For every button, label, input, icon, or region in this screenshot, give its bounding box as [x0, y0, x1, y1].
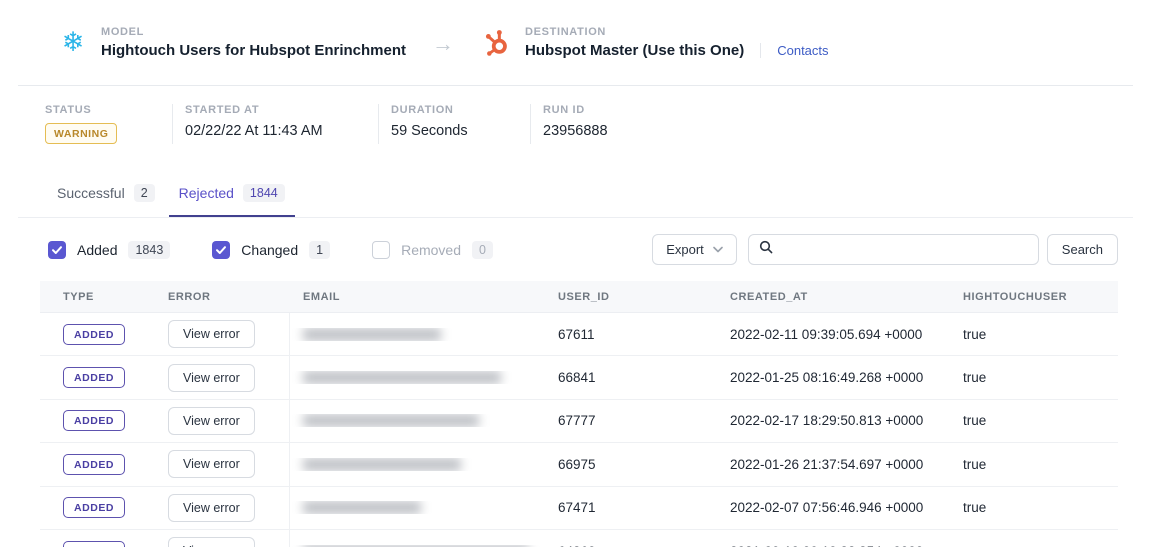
column-header-hightouchuser: HIGHTOUCHUSER [950, 291, 1118, 303]
filter-changed-count: 1 [309, 241, 330, 259]
row-type-badge: ADDED [63, 454, 125, 475]
filter-added-count: 1843 [128, 241, 170, 259]
started-at-label: STARTED AT [185, 104, 354, 116]
email-redacted [303, 414, 479, 427]
row-hightouchuser: true [950, 327, 1118, 342]
tab-rejected-label: Rejected [179, 185, 234, 201]
row-created-at: 2022-02-07 07:56:46.946 +0000 [718, 500, 950, 515]
export-label: Export [666, 242, 704, 257]
row-created-at: 2022-01-25 08:16:49.268 +0000 [718, 370, 950, 385]
filter-added-label: Added [77, 242, 117, 258]
email-redacted [303, 501, 421, 514]
row-user-id: 64360 [545, 544, 718, 547]
arrow-right-icon: → [432, 29, 454, 57]
table-row: ADDED View error 64360 2021-09-10 09:10:… [40, 530, 1118, 547]
status-badge: WARNING [45, 123, 117, 144]
row-type-badge: ADDED [63, 541, 125, 547]
table-row: ADDED View error 66975 2022-01-26 21:37:… [40, 443, 1118, 486]
view-error-button[interactable]: View error [168, 537, 255, 547]
row-user-id: 67611 [545, 327, 718, 342]
hubspot-icon [482, 28, 512, 58]
result-tabs: Successful 2 Rejected 1844 [18, 176, 1133, 218]
view-error-button[interactable]: View error [168, 320, 255, 348]
run-id-label: RUN ID [543, 104, 608, 116]
filter-toolbar: Added 1843 Changed 1 Removed 0 Export Se… [18, 218, 1133, 279]
filter-checkbox[interactable] [212, 241, 230, 259]
table-row: ADDED View error 66841 2022-01-25 08:16:… [40, 356, 1118, 399]
row-hightouchuser: true [950, 544, 1118, 547]
row-hightouchuser: true [950, 457, 1118, 472]
column-header-email: EMAIL [290, 291, 545, 303]
row-type-badge: ADDED [63, 367, 125, 388]
row-hightouchuser: true [950, 500, 1118, 515]
view-error-button[interactable]: View error [168, 364, 255, 392]
row-user-id: 66841 [545, 370, 718, 385]
row-user-id: 67471 [545, 500, 718, 515]
tab-rejected[interactable]: Rejected 1844 [169, 176, 295, 217]
tab-successful-count: 2 [134, 184, 155, 202]
destination-title: Hubspot Master (Use this One) [525, 42, 744, 59]
tab-successful-label: Successful [57, 185, 125, 201]
search-input[interactable] [781, 242, 1028, 257]
row-hightouchuser: true [950, 413, 1118, 428]
column-header-error: ERROR [145, 281, 290, 312]
view-error-button[interactable]: View error [168, 407, 255, 435]
status-label: STATUS [45, 104, 148, 116]
run-header: ❄ MODEL Hightouch Users for Hubspot Enri… [18, 0, 1133, 86]
tab-successful[interactable]: Successful 2 [47, 176, 165, 217]
email-redacted [303, 371, 501, 384]
table-body: ADDED View error 67611 2022-02-11 09:39:… [40, 313, 1118, 547]
snowflake-icon: ❄ [58, 28, 88, 58]
contacts-link[interactable]: Contacts [760, 43, 828, 58]
model-label: MODEL [101, 26, 406, 38]
email-redacted [303, 458, 461, 471]
filter-removed-count: 0 [472, 241, 493, 259]
table-row: ADDED View error 67611 2022-02-11 09:39:… [40, 313, 1118, 356]
filter-checkbox[interactable] [48, 241, 66, 259]
column-header-type: TYPE [40, 291, 145, 303]
run-id-value: 23956888 [543, 123, 608, 139]
destination-entity: DESTINATION Hubspot Master (Use this One… [482, 26, 829, 59]
model-entity: ❄ MODEL Hightouch Users for Hubspot Enri… [58, 26, 406, 59]
row-created-at: 2022-01-26 21:37:54.697 +0000 [718, 457, 950, 472]
row-created-at: 2021-09-10 09:10:32.854 +0000 [718, 544, 950, 547]
rejected-rows-table: TYPE ERROR EMAIL USER_ID CREATED_AT HIGH… [40, 281, 1118, 547]
filter-added[interactable]: Added 1843 [48, 241, 170, 259]
row-type-badge: ADDED [63, 324, 125, 345]
row-type-badge: ADDED [63, 410, 125, 431]
email-redacted [303, 328, 441, 341]
export-button[interactable]: Export [652, 234, 737, 265]
filter-checkbox[interactable] [372, 241, 390, 259]
row-user-id: 66975 [545, 457, 718, 472]
filter-removed[interactable]: Removed 0 [372, 241, 493, 259]
column-header-created-at: CREATED_AT [718, 291, 950, 303]
search-box[interactable] [748, 234, 1039, 265]
started-at-value: 02/22/22 At 11:43 AM [185, 123, 354, 139]
duration-label: DURATION [391, 104, 506, 116]
filter-changed[interactable]: Changed 1 [212, 241, 330, 259]
search-button[interactable]: Search [1047, 234, 1118, 265]
row-created-at: 2022-02-11 09:39:05.694 +0000 [718, 327, 950, 342]
table-header-row: TYPE ERROR EMAIL USER_ID CREATED_AT HIGH… [40, 281, 1118, 313]
filter-removed-label: Removed [401, 242, 461, 258]
table-row: ADDED View error 67471 2022-02-07 07:56:… [40, 487, 1118, 530]
chevron-down-icon [713, 246, 723, 253]
filter-changed-label: Changed [241, 242, 298, 258]
destination-label: DESTINATION [525, 26, 829, 38]
row-type-badge: ADDED [63, 497, 125, 518]
row-hightouchuser: true [950, 370, 1118, 385]
view-error-button[interactable]: View error [168, 450, 255, 478]
duration-value: 59 Seconds [391, 123, 506, 139]
row-created-at: 2022-02-17 18:29:50.813 +0000 [718, 413, 950, 428]
column-header-user-id: USER_ID [545, 291, 718, 303]
table-row: ADDED View error 67777 2022-02-17 18:29:… [40, 400, 1118, 443]
row-user-id: 67777 [545, 413, 718, 428]
view-error-button[interactable]: View error [168, 494, 255, 522]
model-title: Hightouch Users for Hubspot Enrinchment [101, 42, 406, 59]
tab-rejected-count: 1844 [243, 184, 285, 202]
status-strip: STATUS WARNING STARTED AT 02/22/22 At 11… [18, 86, 1133, 164]
search-icon [759, 240, 773, 259]
